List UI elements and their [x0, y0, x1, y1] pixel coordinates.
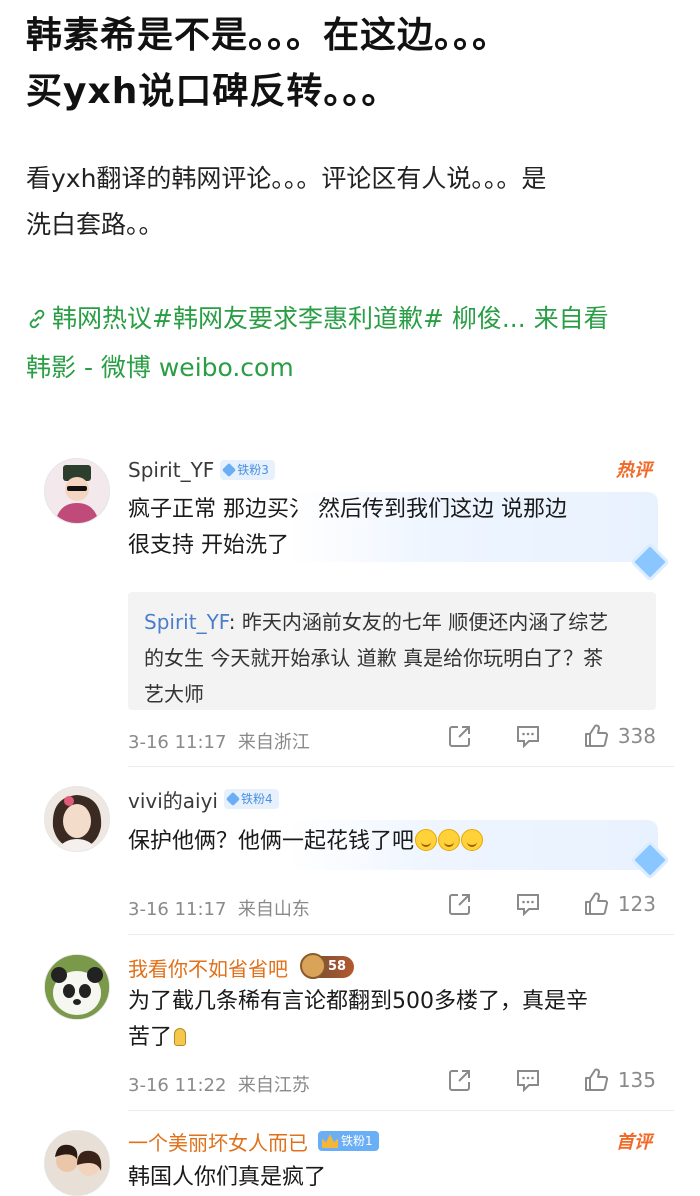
quoted-reply[interactable]: Spirit_YF: 昨天内涵前女友的七年 顺便还内涵了综艺 的女生 今天就开始… — [128, 592, 656, 710]
cookie-icon — [300, 953, 326, 979]
comment-text: 疯子正常 那边买氵 然后传到我们这边 说那边 很支持 开始洗了 — [128, 497, 567, 558]
source-link-line-1[interactable]: 韩网热议#韩网友要求李惠利道歉# 柳俊... 来自看 — [52, 304, 609, 333]
comment-text: 韩国人你们真是疯了 — [128, 1165, 327, 1190]
comment-author[interactable]: vivi的aiyi — [128, 785, 218, 814]
comment-meta: 3-16 11:22 来自江苏 — [128, 1075, 310, 1096]
crown-icon — [322, 1134, 338, 1148]
avatar[interactable] — [44, 954, 110, 1020]
post-title-line-2: 买yxh说口碑反转。。。 — [26, 71, 399, 112]
comment-icon — [516, 726, 539, 749]
smile-emoji-icon — [461, 829, 484, 851]
first-comment-tag: 首评 — [616, 1132, 652, 1153]
like-icon — [584, 1068, 608, 1091]
fan-badge: 铁粉3 — [220, 460, 275, 480]
like-count: 123 — [617, 892, 656, 916]
share-icon — [448, 726, 470, 747]
comment-button[interactable] — [514, 1066, 542, 1094]
comment-text: 为了截几条稀有言论都翻到500多楼了，真是辛 苦了 — [128, 989, 588, 1050]
fan-badge: 铁粉1 — [318, 1131, 379, 1151]
share-button[interactable] — [446, 1066, 474, 1094]
comment-button[interactable] — [514, 890, 542, 918]
comment-author[interactable]: 我看你不如省省吧 — [128, 953, 288, 982]
avatar[interactable] — [44, 1130, 110, 1196]
hot-comment-tag: 热评 — [616, 460, 652, 481]
like-button[interactable]: 338 — [582, 722, 656, 750]
divider — [128, 934, 674, 935]
comment-button[interactable] — [514, 722, 542, 750]
link-icon — [26, 299, 52, 345]
comment-meta: 3-16 11:17 来自浙江 — [128, 732, 310, 753]
avatar[interactable] — [44, 786, 110, 852]
comment-meta: 3-16 11:17 来自山东 — [128, 899, 310, 920]
comment-icon — [516, 894, 539, 917]
like-icon — [584, 724, 608, 747]
like-button[interactable]: 135 — [582, 1066, 656, 1094]
post-title-line-1: 韩素希是不是。。。在这边。。。 — [26, 15, 510, 56]
comment-author[interactable]: 一个美丽坏女人而已 — [128, 1127, 308, 1156]
lightbulb-emoji-icon — [174, 1028, 187, 1046]
post-body-line-1: 看yxh翻译的韩网评论。。。评论区有人说。。。是 — [26, 164, 547, 193]
divider — [128, 1110, 674, 1111]
like-icon — [584, 892, 608, 915]
smile-emoji-icon — [415, 829, 438, 851]
post-body-line-2: 洗白套路。。 — [26, 210, 164, 239]
source-link[interactable]: 韩网热议#韩网友要求李惠利道歉# 柳俊... 来自看 韩影 - 微博 weibo… — [26, 296, 676, 391]
share-icon — [448, 1070, 470, 1091]
diamond-icon — [222, 462, 237, 478]
share-button[interactable] — [446, 890, 474, 918]
divider — [128, 766, 674, 767]
like-count: 135 — [617, 1068, 656, 1092]
post-body: 看yxh翻译的韩网评论。。。评论区有人说。。。是 洗白套路。。 — [26, 156, 676, 248]
like-button[interactable]: 123 — [582, 890, 656, 918]
comment-icon — [516, 1070, 539, 1093]
share-button[interactable] — [446, 722, 474, 750]
avatar[interactable] — [44, 458, 110, 524]
post-title: 韩素希是不是。。。在这边。。。 买yxh说口碑反转。。。 — [26, 8, 676, 120]
diamond-icon — [225, 791, 241, 807]
comment-text: 保护他俩？他俩一起花钱了吧 — [128, 824, 638, 860]
source-link-line-2[interactable]: 韩影 - 微博 weibo.com — [26, 345, 676, 391]
smile-emoji-icon — [438, 829, 461, 851]
like-count: 338 — [617, 724, 656, 748]
quoted-author[interactable]: Spirit_YF — [144, 610, 229, 634]
comment-author[interactable]: Spirit_YF — [128, 458, 214, 482]
fan-badge: 铁粉4 — [224, 789, 279, 809]
share-icon — [448, 894, 470, 915]
fan-level-badge: 58 — [300, 953, 355, 979]
